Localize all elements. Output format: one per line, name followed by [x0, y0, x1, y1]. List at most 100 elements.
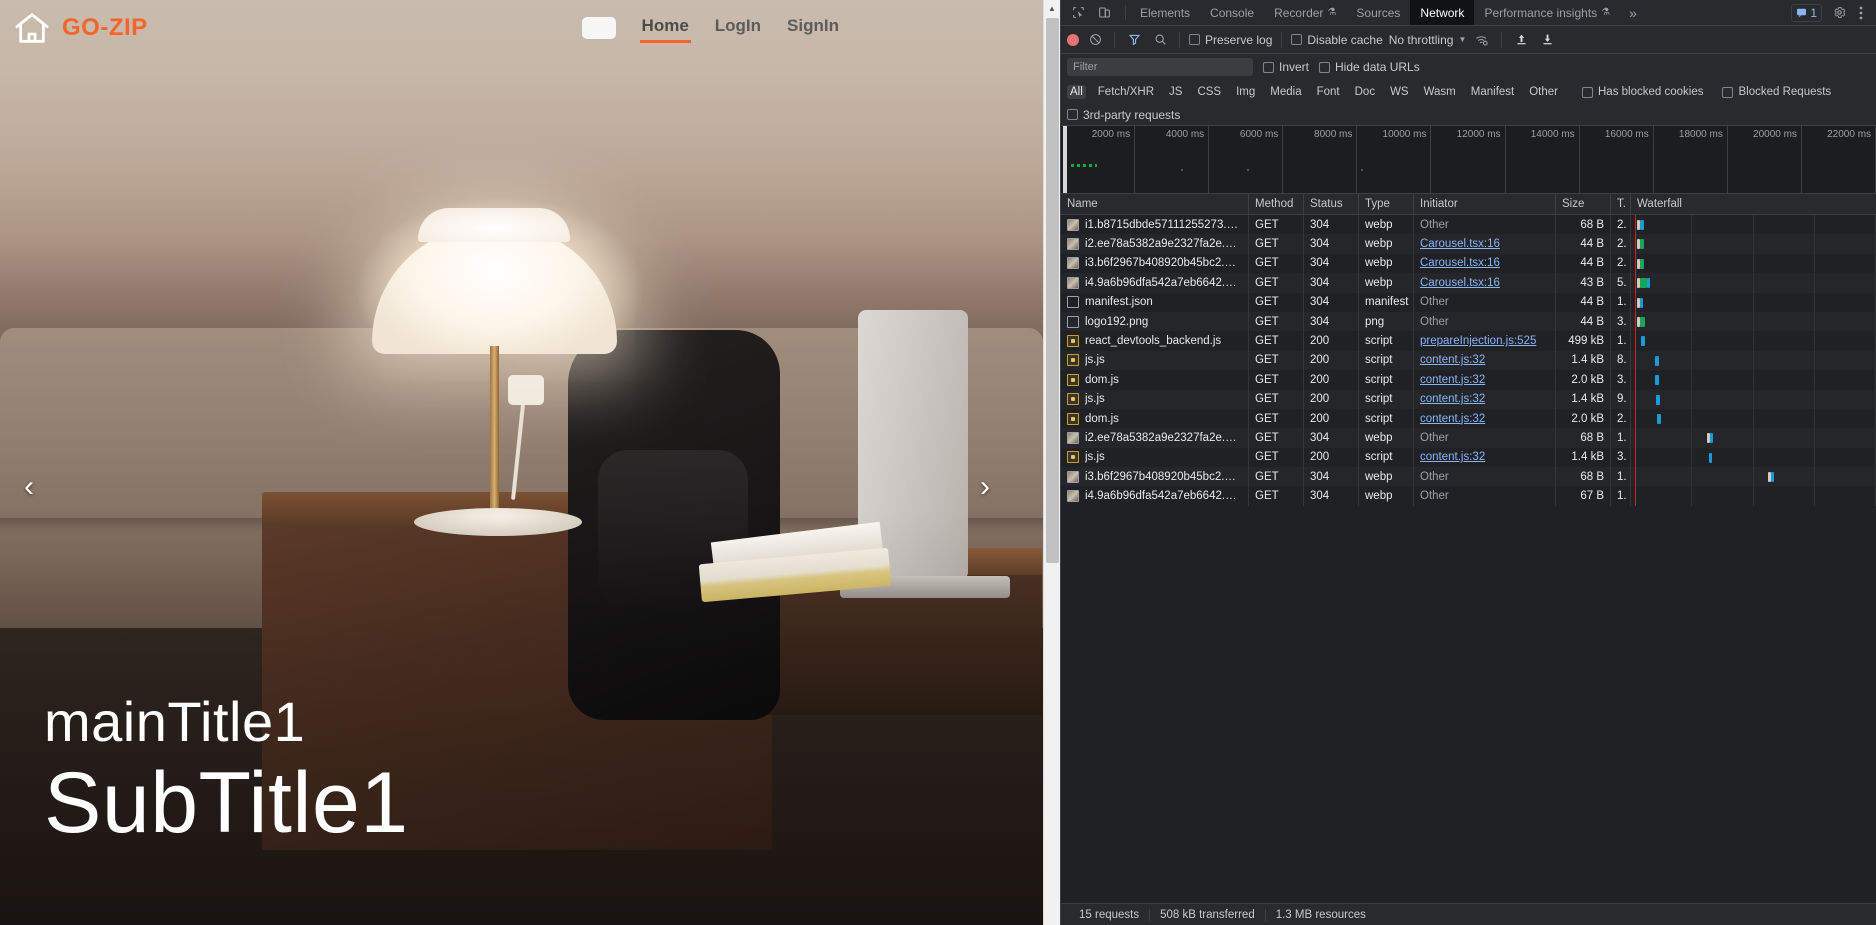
- type-filter-manifest[interactable]: Manifest: [1468, 85, 1517, 99]
- scrollbar-thumb[interactable]: [1046, 18, 1059, 563]
- tab-network[interactable]: Network: [1410, 0, 1475, 25]
- type-filter-ws[interactable]: WS: [1387, 85, 1412, 99]
- type-filter-font[interactable]: Font: [1314, 85, 1343, 99]
- table-row[interactable]: js.js GET 200 script content.js:32 1.4 k…: [1061, 447, 1876, 468]
- request-name[interactable]: js.js: [1085, 354, 1105, 366]
- type-filter-css[interactable]: CSS: [1194, 85, 1224, 99]
- table-row[interactable]: i3.b6f2967b408920b45bc2.we… GET 304 webp…: [1061, 253, 1876, 274]
- nav-link-home[interactable]: Home: [639, 16, 692, 43]
- kebab-menu-icon[interactable]: [1850, 3, 1872, 23]
- table-row[interactable]: i1.b8715dbde57111255273.w… GET 304 webp …: [1061, 215, 1876, 235]
- more-tabs-icon[interactable]: »: [1620, 0, 1646, 25]
- network-overview-timeline[interactable]: 2000 ms 4000 ms 6000 ms 8000 ms 10000 ms…: [1061, 126, 1876, 194]
- filter-toggle-icon[interactable]: [1124, 30, 1144, 50]
- table-row[interactable]: i4.9a6b96dfa542a7eb6642.we… GET 304 webp…: [1061, 273, 1876, 293]
- export-har-icon[interactable]: [1537, 30, 1557, 50]
- table-row[interactable]: i2.ee78a5382a9e2327fa2e.we… GET 304 webp…: [1061, 234, 1876, 254]
- record-button[interactable]: [1067, 33, 1079, 46]
- table-row[interactable]: js.js GET 200 script content.js:32 1.4 k…: [1061, 389, 1876, 409]
- table-row[interactable]: react_devtools_backend.js GET 200 script…: [1061, 331, 1876, 351]
- table-row[interactable]: dom.js GET 200 script content.js:32 2.0 …: [1061, 408, 1876, 429]
- type-filter-doc[interactable]: Doc: [1352, 85, 1378, 99]
- column-header-status[interactable]: Status: [1304, 194, 1359, 214]
- disable-cache-checkbox[interactable]: Disable cache: [1291, 33, 1383, 47]
- table-row[interactable]: i4.9a6b96dfa542a7eb6642.we… GET 304 webp…: [1061, 486, 1876, 506]
- type-filter-all[interactable]: All: [1067, 85, 1086, 99]
- column-header-time[interactable]: T.: [1611, 194, 1631, 214]
- chevron-left-icon[interactable]: ‹: [24, 472, 34, 502]
- request-name[interactable]: i2.ee78a5382a9e2327fa2e.we…: [1085, 238, 1242, 250]
- type-filter-wasm[interactable]: Wasm: [1421, 85, 1459, 99]
- nav-placeholder-box[interactable]: [581, 17, 616, 39]
- table-row[interactable]: dom.js GET 200 script content.js:32 2.0 …: [1061, 370, 1876, 390]
- tab-elements[interactable]: Elements: [1130, 0, 1200, 25]
- initiator-link[interactable]: Carousel.tsx:16: [1420, 238, 1500, 250]
- type-filter-js[interactable]: JS: [1166, 85, 1185, 99]
- request-name[interactable]: js.js: [1085, 393, 1105, 405]
- type-filter-fetch-xhr[interactable]: Fetch/XHR: [1095, 85, 1157, 99]
- column-header-initiator[interactable]: Initiator: [1414, 194, 1556, 214]
- request-name[interactable]: js.js: [1085, 451, 1105, 463]
- request-name[interactable]: dom.js: [1085, 374, 1119, 386]
- request-name[interactable]: i4.9a6b96dfa542a7eb6642.we…: [1085, 277, 1242, 289]
- initiator-link[interactable]: content.js:32: [1420, 393, 1485, 405]
- overview-selection-handle[interactable]: [1063, 126, 1067, 193]
- request-name[interactable]: dom.js: [1085, 413, 1119, 425]
- preserve-log-checkbox[interactable]: Preserve log: [1189, 33, 1272, 47]
- has-blocked-cookies-checkbox[interactable]: Has blocked cookies: [1582, 86, 1703, 98]
- initiator-link[interactable]: Carousel.tsx:16: [1420, 257, 1500, 269]
- page-vertical-scrollbar[interactable]: ▲: [1043, 0, 1060, 925]
- import-har-icon[interactable]: [1511, 30, 1531, 50]
- type-filter-img[interactable]: Img: [1233, 85, 1258, 99]
- blocked-requests-checkbox[interactable]: Blocked Requests: [1722, 86, 1831, 98]
- initiator-link[interactable]: content.js:32: [1420, 354, 1485, 366]
- scroll-up-arrow-icon[interactable]: ▲: [1044, 0, 1060, 17]
- column-header-name[interactable]: Name: [1061, 194, 1249, 214]
- invert-checkbox[interactable]: Invert: [1263, 60, 1309, 74]
- tab-recorder[interactable]: Recorder ⚗: [1264, 0, 1346, 25]
- type-filter-media[interactable]: Media: [1267, 85, 1304, 99]
- initiator-link[interactable]: content.js:32: [1420, 413, 1485, 425]
- tab-sources[interactable]: Sources: [1346, 0, 1410, 25]
- column-header-size[interactable]: Size: [1556, 194, 1611, 214]
- column-header-type[interactable]: Type: [1359, 194, 1414, 214]
- issues-badge[interactable]: 1: [1791, 3, 1822, 22]
- network-conditions-icon[interactable]: [1472, 30, 1492, 50]
- filter-input[interactable]: [1067, 58, 1253, 76]
- initiator-link[interactable]: Carousel.tsx:16: [1420, 277, 1500, 289]
- chevron-right-icon[interactable]: ›: [980, 472, 990, 502]
- nav-link-login[interactable]: LogIn: [715, 16, 761, 41]
- column-header-method[interactable]: Method: [1249, 194, 1304, 214]
- request-name[interactable]: i3.b6f2967b408920b45bc2.we…: [1085, 471, 1242, 483]
- initiator-link[interactable]: prepareInjection.js:525: [1420, 335, 1536, 347]
- tab-performance-insights[interactable]: Performance insights ⚗: [1474, 0, 1620, 25]
- inspect-element-icon[interactable]: [1067, 3, 1089, 23]
- table-row[interactable]: logo192.png GET 304 png Other 44 B 3.: [1061, 311, 1876, 332]
- table-row[interactable]: i2.ee78a5382a9e2327fa2e.we… GET 304 webp…: [1061, 428, 1876, 448]
- search-icon[interactable]: [1150, 30, 1170, 50]
- request-name[interactable]: logo192.png: [1085, 316, 1148, 328]
- device-toolbar-icon[interactable]: [1093, 3, 1115, 23]
- hide-data-urls-checkbox[interactable]: Hide data URLs: [1319, 60, 1420, 74]
- table-row[interactable]: manifest.json GET 304 manifest Other 44 …: [1061, 292, 1876, 312]
- request-name[interactable]: i4.9a6b96dfa542a7eb6642.we…: [1085, 490, 1242, 502]
- third-party-requests-checkbox[interactable]: 3rd-party requests: [1067, 108, 1180, 122]
- site-logo[interactable]: GO-ZIP: [12, 8, 148, 48]
- nav-link-signin[interactable]: SignIn: [787, 16, 839, 41]
- request-name[interactable]: react_devtools_backend.js: [1085, 335, 1221, 347]
- request-name[interactable]: i2.ee78a5382a9e2327fa2e.we…: [1085, 432, 1242, 444]
- throttling-dropdown[interactable]: No throttling ▼: [1389, 33, 1467, 47]
- initiator-link[interactable]: content.js:32: [1420, 451, 1485, 463]
- table-row[interactable]: i3.b6f2967b408920b45bc2.we… GET 304 webp…: [1061, 467, 1876, 487]
- initiator-link[interactable]: content.js:32: [1420, 374, 1485, 386]
- column-header-waterfall[interactable]: Waterfall: [1631, 194, 1876, 214]
- type-filter-other[interactable]: Other: [1526, 85, 1561, 99]
- table-row[interactable]: js.js GET 200 script content.js:32 1.4 k…: [1061, 350, 1876, 371]
- request-name[interactable]: i1.b8715dbde57111255273.w…: [1085, 219, 1242, 231]
- issues-count: 1: [1810, 5, 1817, 20]
- request-name[interactable]: manifest.json: [1085, 296, 1153, 308]
- clear-button[interactable]: [1085, 30, 1105, 50]
- tab-console[interactable]: Console: [1200, 0, 1264, 25]
- request-name[interactable]: i3.b6f2967b408920b45bc2.we…: [1085, 257, 1242, 269]
- gear-icon[interactable]: [1828, 3, 1850, 23]
